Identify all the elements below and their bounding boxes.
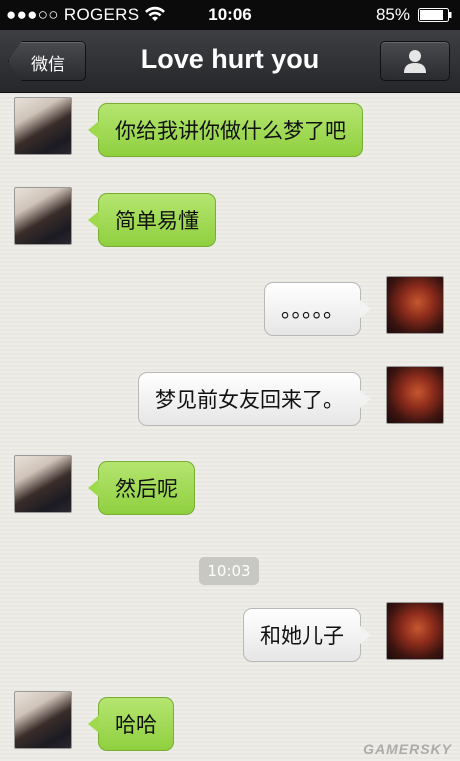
message-bubble[interactable]: 然后呢: [88, 461, 195, 515]
friend-avatar[interactable]: [14, 187, 72, 245]
person-icon: [404, 50, 426, 73]
my-avatar[interactable]: [386, 602, 444, 660]
profile-button[interactable]: [380, 41, 450, 81]
message-bubble[interactable]: 哈哈: [88, 697, 174, 751]
my-avatar[interactable]: [386, 276, 444, 334]
battery-icon: [418, 8, 452, 22]
status-bar: ●●●○○ ROGERS 10:06 85%: [0, 0, 460, 30]
message-bubble[interactable]: 和她儿子: [243, 608, 371, 662]
friend-avatar[interactable]: [14, 97, 72, 155]
my-avatar[interactable]: [386, 366, 444, 424]
chat-area[interactable]: 你给我讲你做什么梦了吧 简单易懂 。。。。。 梦见前女友回来了。 然后呢 10:…: [0, 93, 460, 761]
friend-avatar[interactable]: [14, 691, 72, 749]
message-bubble[interactable]: 你给我讲你做什么梦了吧: [88, 103, 363, 157]
timestamp-label: 10:03: [199, 557, 259, 585]
message-bubble[interactable]: 梦见前女友回来了。: [138, 372, 371, 426]
watermark-logo: GAMERSKY: [363, 741, 452, 757]
battery-percent: 85%: [375, 5, 410, 24]
message-bubble[interactable]: 简单易懂: [88, 193, 216, 247]
nav-bar: 微信 Love hurt you: [0, 30, 460, 93]
friend-avatar[interactable]: [14, 455, 72, 513]
message-bubble[interactable]: 。。。。。: [264, 282, 371, 336]
